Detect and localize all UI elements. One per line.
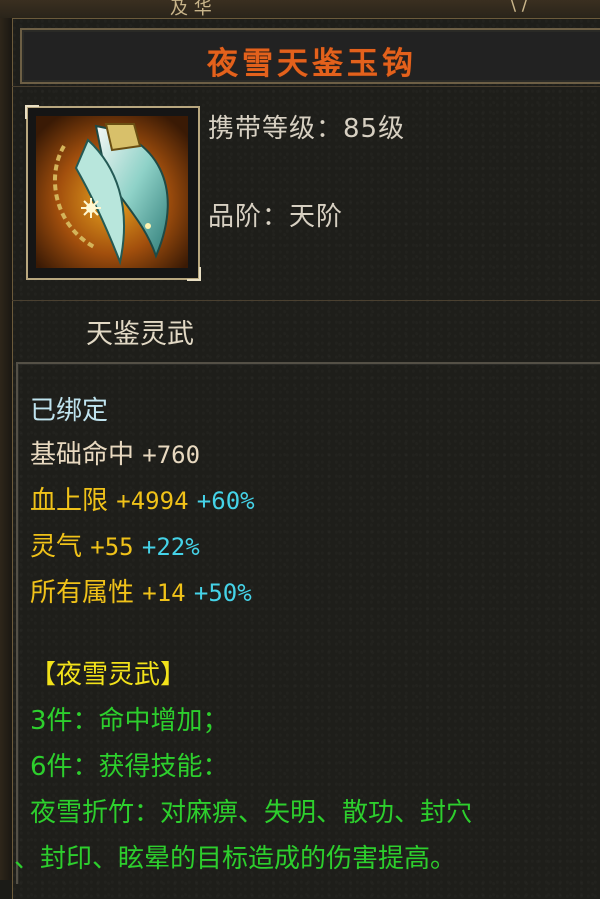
jade-hook-weapon-icon bbox=[36, 116, 188, 268]
set-name: 【夜雪灵武】 bbox=[30, 660, 187, 690]
bound-status: 已绑定 bbox=[30, 396, 109, 426]
divider-mid bbox=[12, 300, 600, 301]
divider-top bbox=[12, 86, 600, 87]
item-icon-frame[interactable] bbox=[25, 105, 201, 281]
stat-hp-max-percent: +60% bbox=[196, 487, 255, 515]
stat-base-hit: 基础命中 +760 bbox=[30, 434, 200, 471]
set-bonus-6: 6件：获得技能： bbox=[30, 752, 229, 782]
set-bonus-3: 3件：命中增加； bbox=[30, 706, 229, 736]
top-strip: 及 华 \ / bbox=[0, 0, 600, 19]
item-title-bar: 夜雪天鉴玉钩 bbox=[20, 28, 600, 84]
top-strip-right-text: \ / bbox=[510, 0, 528, 15]
stat-all-attributes-value: +14 bbox=[142, 579, 186, 607]
stat-spirit-value: +55 bbox=[90, 533, 134, 561]
item-name: 夜雪天鉴玉钩 bbox=[207, 46, 417, 82]
stat-hp-max: 血上限 +4994 +60% bbox=[30, 480, 255, 517]
stat-hp-max-value: +4994 bbox=[116, 487, 189, 515]
stat-all-attributes: 所有属性 +14 +50% bbox=[30, 572, 252, 609]
stat-spirit: 灵气 +55 +22% bbox=[30, 526, 200, 563]
set-skill-description-line1: 夜雪折竹：对麻痹、失明、散功、封穴 bbox=[30, 798, 473, 828]
stat-spirit-percent: +22% bbox=[141, 533, 200, 561]
stat-hp-max-label: 血上限 bbox=[30, 486, 109, 516]
set-skill-description-line2: 、封印、眩晕的目标造成的伤害提高。 bbox=[14, 844, 457, 874]
stat-all-attributes-label: 所有属性 bbox=[30, 578, 135, 608]
level-requirement: 携带等级：85级 bbox=[208, 114, 406, 144]
item-grade: 品阶：天阶 bbox=[208, 202, 344, 232]
stat-base-hit-label: 基础命中 bbox=[30, 440, 135, 470]
top-strip-left-text: 及 华 bbox=[170, 0, 212, 19]
left-border-decoration bbox=[0, 18, 12, 880]
stat-base-hit-value: +760 bbox=[142, 441, 201, 469]
stat-spirit-label: 灵气 bbox=[30, 532, 83, 562]
stat-all-attributes-percent: +50% bbox=[193, 579, 252, 607]
item-subtitle: 天鉴灵武 bbox=[86, 319, 194, 350]
